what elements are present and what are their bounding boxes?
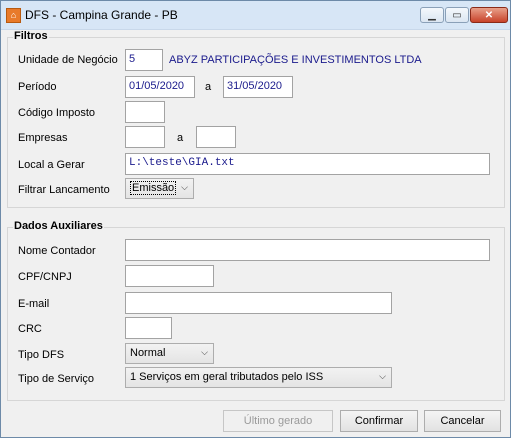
house-icon: ⌂: [6, 8, 21, 23]
periodo-to-input[interactable]: 31/05/2020: [223, 76, 293, 98]
filtrar-lancamento-label: Filtrar Lancamento: [18, 184, 110, 196]
tipo-dfs-label: Tipo DFS: [18, 349, 65, 361]
cpf-cnpj-input[interactable]: [125, 265, 214, 287]
nome-contador-input[interactable]: [125, 239, 490, 261]
email-label: E-mail: [18, 298, 50, 310]
close-icon[interactable]: ✕: [470, 7, 508, 23]
maximize-icon[interactable]: ▭: [445, 7, 469, 23]
tipo-servico-value: 1 Serviços em geral tributados pelo ISS: [130, 371, 324, 383]
tipo-servico-select[interactable]: 1 Serviços em geral tributados pelo ISS …: [125, 367, 392, 388]
filtros-title: Filtros: [13, 30, 49, 42]
empresas-to-input[interactable]: [196, 126, 236, 148]
filtrar-lancamento-select[interactable]: Emissão ⌵: [125, 178, 194, 199]
chevron-down-icon: ⌵: [181, 182, 188, 192]
chevron-down-icon: ⌵: [201, 347, 208, 357]
codigo-imposto-label: Código Imposto: [18, 107, 96, 119]
title-bar[interactable]: ⌂ DFS - Campina Grande - PB ▁ ▭ ✕: [1, 1, 510, 30]
nome-contador-label: Nome Contador: [18, 245, 96, 257]
periodo-separator: a: [205, 81, 212, 93]
dados-auxiliares-title: Dados Auxiliares: [13, 220, 104, 232]
minimize-icon[interactable]: ▁: [420, 7, 444, 23]
tipo-dfs-select[interactable]: Normal ⌵: [125, 343, 214, 364]
crc-label: CRC: [18, 323, 42, 335]
cancelar-button[interactable]: Cancelar: [424, 410, 501, 432]
dialog-window: ⌂ DFS - Campina Grande - PB ▁ ▭ ✕ Filtro…: [0, 0, 511, 438]
empresas-from-input[interactable]: [125, 126, 165, 148]
tipo-servico-label: Tipo de Serviço: [18, 373, 95, 385]
confirmar-button[interactable]: Confirmar: [340, 410, 418, 432]
chevron-down-icon: ⌵: [379, 371, 386, 381]
unidade-negocio-label: Unidade de Negócio: [18, 54, 118, 66]
unidade-negocio-input[interactable]: 5: [125, 49, 163, 71]
cpf-cnpj-label: CPF/CNPJ: [18, 271, 72, 283]
codigo-imposto-input[interactable]: [125, 101, 165, 123]
tipo-dfs-value: Normal: [130, 347, 166, 359]
ultimo-gerado-button[interactable]: Último gerado: [223, 410, 333, 432]
local-gerar-input[interactable]: L:\teste\GIA.txt: [125, 153, 490, 175]
periodo-from-input[interactable]: 01/05/2020: [125, 76, 195, 98]
crc-input[interactable]: [125, 317, 172, 339]
empresas-separator: a: [177, 132, 184, 144]
periodo-label: Período: [18, 81, 57, 93]
filtrar-lancamento-value: Emissão: [130, 181, 177, 195]
email-input[interactable]: [125, 292, 392, 314]
empresas-label: Empresas: [18, 132, 68, 144]
window-title: DFS - Campina Grande - PB: [25, 8, 178, 22]
local-gerar-label: Local a Gerar: [18, 159, 85, 171]
unidade-negocio-name: ABYZ PARTICIPAÇÕES E INVESTIMENTOS LTDA: [169, 54, 422, 66]
